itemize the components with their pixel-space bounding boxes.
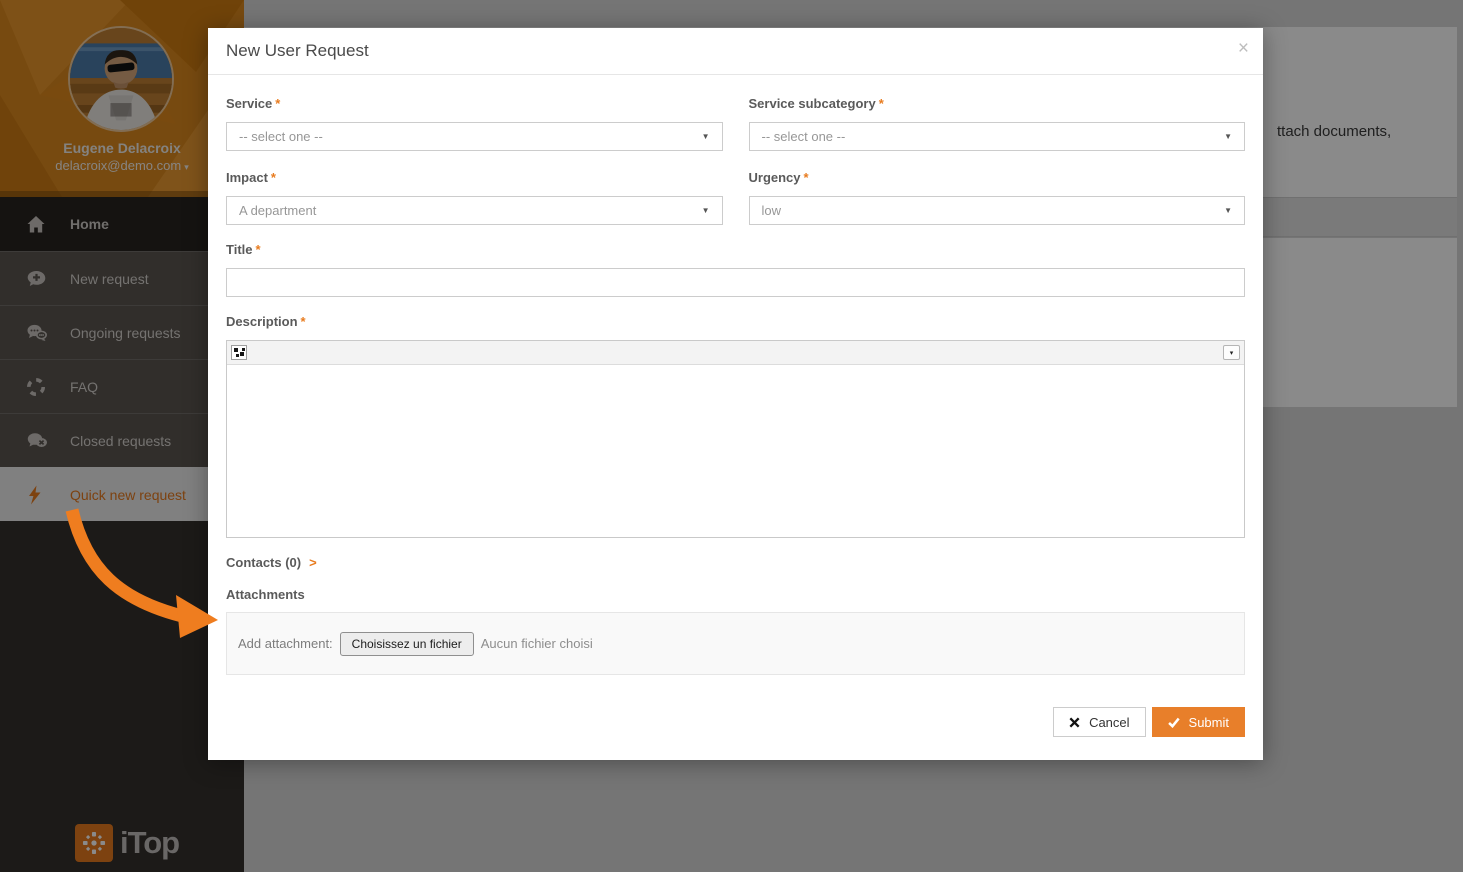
chevron-down-icon: ▼	[702, 132, 710, 141]
cancel-button[interactable]: Cancel	[1053, 707, 1145, 737]
toolbar-collapse-button[interactable]: ▾	[1223, 345, 1240, 360]
selected-value: low	[762, 203, 782, 218]
attachments-heading: Attachments	[226, 587, 1245, 602]
chevron-right-icon: >	[309, 555, 317, 570]
service-select[interactable]: -- select one -- ▼	[226, 122, 723, 151]
description-textarea[interactable]	[227, 365, 1244, 537]
x-icon	[1069, 717, 1080, 728]
add-attachment-label: Add attachment:	[238, 636, 333, 651]
modal-title: New User Request	[226, 41, 369, 61]
choose-file-button[interactable]: Choisissez un fichier	[340, 632, 474, 656]
modal-body: Service* -- select one -- ▼ Service subc…	[208, 75, 1263, 755]
impact-label: Impact*	[226, 169, 723, 186]
check-icon	[1168, 717, 1180, 728]
portal-page: ttach documents,	[0, 0, 1463, 872]
chevron-down-icon: ▼	[1224, 206, 1232, 215]
chevron-down-icon: ▼	[1224, 132, 1232, 141]
modal-footer: Cancel Submit	[226, 707, 1245, 737]
submit-button[interactable]: Submit	[1152, 707, 1245, 737]
impact-field: Impact* A department ▼	[226, 167, 723, 225]
submit-label: Submit	[1189, 715, 1229, 730]
impact-select[interactable]: A department ▼	[226, 196, 723, 225]
selected-value: A department	[239, 203, 316, 218]
label-text: Title	[226, 242, 253, 257]
contacts-label: Contacts (0)	[226, 555, 301, 570]
title-input[interactable]	[226, 268, 1245, 297]
label-text: Service subcategory	[749, 96, 876, 111]
urgency-label: Urgency*	[749, 169, 1246, 186]
rich-text-editor: ▾	[226, 340, 1245, 538]
chevron-down-icon: ▼	[702, 206, 710, 215]
required-mark: *	[879, 96, 884, 111]
service-label: Service*	[226, 95, 723, 112]
cancel-label: Cancel	[1089, 715, 1129, 730]
title-label: Title*	[226, 241, 1245, 258]
selected-value: -- select one --	[762, 129, 846, 144]
file-status-text: Aucun fichier choisi	[481, 636, 593, 651]
service-field: Service* -- select one -- ▼	[226, 93, 723, 151]
service-subcategory-label: Service subcategory*	[749, 95, 1246, 112]
required-mark: *	[301, 314, 306, 329]
description-field: Description* ▾	[226, 313, 1245, 538]
new-user-request-modal: New User Request × Service* -- select on…	[208, 28, 1263, 760]
service-subcategory-field: Service subcategory* -- select one -- ▼	[749, 93, 1246, 151]
chevron-down-icon: ▾	[1230, 349, 1234, 357]
required-mark: *	[271, 170, 276, 185]
modal-header: New User Request ×	[208, 28, 1263, 75]
attachments-panel: Add attachment: Choisissez un fichier Au…	[226, 612, 1245, 675]
contacts-toggle[interactable]: Contacts (0) >	[226, 555, 1245, 570]
label-text: Service	[226, 96, 272, 111]
editor-toolbar: ▾	[227, 341, 1244, 365]
required-mark: *	[256, 242, 261, 257]
selected-value: -- select one --	[239, 129, 323, 144]
title-field: Title*	[226, 241, 1245, 297]
required-mark: *	[804, 170, 809, 185]
close-icon[interactable]: ×	[1238, 38, 1249, 60]
urgency-select[interactable]: low ▼	[749, 196, 1246, 225]
label-text: Description	[226, 314, 298, 329]
description-label: Description*	[226, 313, 1245, 330]
required-mark: *	[275, 96, 280, 111]
label-text: Urgency	[749, 170, 801, 185]
urgency-field: Urgency* low ▼	[749, 167, 1246, 225]
service-subcategory-select[interactable]: -- select one -- ▼	[749, 122, 1246, 151]
broken-image-icon[interactable]	[231, 345, 247, 360]
label-text: Impact	[226, 170, 268, 185]
